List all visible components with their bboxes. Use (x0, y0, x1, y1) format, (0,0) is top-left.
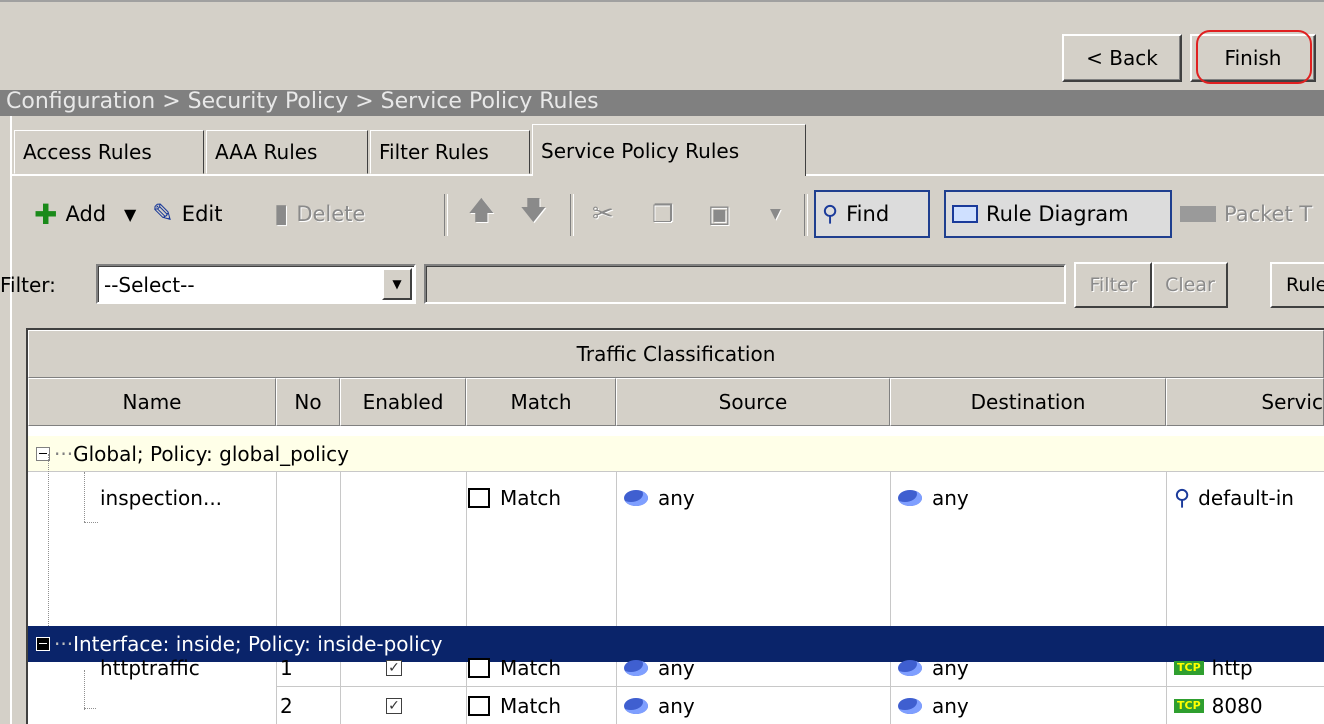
cell-name: inspection... (100, 486, 223, 510)
move-down-button[interactable]: 🡇 (520, 190, 547, 238)
delete-label: Delete (296, 202, 366, 226)
tab-filter-rules[interactable]: Filter Rules (370, 130, 530, 174)
network-cloud-icon (624, 660, 648, 676)
cell-destination: any (898, 650, 969, 686)
find-label: Find (846, 202, 890, 226)
cell-service: ⚲ default-in (1174, 485, 1294, 511)
cell-source: any (624, 480, 695, 516)
network-cloud-icon (898, 660, 922, 676)
network-cloud-icon (898, 490, 922, 506)
edit-label: Edit (181, 202, 223, 226)
clear-button[interactable]: Clear (1152, 262, 1228, 308)
traffic-classification-header: Traffic Classification (28, 330, 1324, 378)
paste-dropdown-arrow[interactable]: ▼ (770, 190, 781, 238)
chevron-down-icon: ▼ (124, 204, 137, 224)
add-dropdown-arrow[interactable]: ▼ (124, 190, 136, 238)
group-label: Global; Policy: global_policy (73, 441, 350, 466)
service-policy-table: Traffic Classification Name No Enabled M… (26, 328, 1324, 724)
find-button[interactable]: ⚲ Find (814, 190, 930, 238)
rule-diagram-label: Rule Diagram (986, 202, 1129, 226)
cell-service: TCP 8080 (1174, 688, 1263, 724)
move-up-button[interactable]: 🡅 (468, 190, 495, 238)
collapse-icon[interactable] (36, 637, 50, 651)
cell-enabled[interactable]: ✓ (386, 650, 402, 686)
packet-trace-icon (1180, 206, 1216, 222)
tab-access-rules[interactable]: Access Rules (14, 130, 204, 174)
diagram-icon (952, 205, 978, 223)
filter-text-input[interactable] (424, 264, 1066, 304)
packet-trace-label: Packet T (1224, 202, 1313, 226)
cut-button[interactable]: ✂ (592, 190, 614, 238)
toolbar-separator (444, 194, 448, 236)
rule-query-button[interactable]: Rule (1270, 262, 1324, 308)
match-icon (468, 488, 490, 508)
enabled-checkbox[interactable]: ✓ (386, 660, 402, 676)
paste-button[interactable]: ▣ (708, 190, 731, 238)
scissors-icon: ✂ (592, 199, 614, 229)
column-header-enabled[interactable]: Enabled (340, 378, 466, 426)
cell-enabled[interactable]: ✓ (386, 688, 402, 724)
match-icon (468, 696, 490, 716)
arrow-up-icon: 🡅 (468, 196, 495, 226)
match-icon (468, 658, 490, 678)
column-header-source[interactable]: Source (616, 378, 890, 426)
copy-button[interactable]: ❐ (652, 190, 674, 238)
column-header-service[interactable]: Servic (1166, 378, 1324, 426)
toolbar-separator (804, 194, 808, 236)
cell-match: Match (468, 650, 561, 686)
toolbar-separator (570, 194, 574, 236)
add-button[interactable]: ✚ Add (34, 190, 106, 238)
network-cloud-icon (898, 698, 922, 714)
filter-select-value: --Select-- (104, 273, 195, 297)
network-cloud-icon (624, 490, 648, 506)
column-header-destination[interactable]: Destination (890, 378, 1166, 426)
group-row-global[interactable]: ··· Global; Policy: global_policy (28, 436, 1324, 472)
tcp-icon: TCP (1174, 699, 1204, 713)
arrow-down-icon: 🡇 (520, 196, 547, 226)
magnifier-icon: ⚲ (822, 201, 839, 227)
add-icon: ✚ (34, 197, 58, 231)
filter-button[interactable]: Filter (1074, 262, 1152, 308)
packet-trace-button[interactable]: Packet T (1180, 190, 1324, 238)
delete-button[interactable]: ▮ Delete (274, 190, 365, 238)
column-header-name[interactable]: Name (28, 378, 276, 426)
paste-icon: ▣ (708, 200, 731, 228)
chevron-down-icon[interactable]: ▼ (382, 268, 412, 300)
cell-match: Match (468, 480, 561, 516)
cell-service: TCP http (1174, 650, 1253, 686)
column-header-match[interactable]: Match (466, 378, 616, 426)
cell-source: any (624, 688, 695, 724)
edit-icon: ✎ (152, 199, 174, 229)
cell-destination: any (898, 480, 969, 516)
filter-select[interactable]: --Select-- ▼ (96, 264, 416, 304)
network-cloud-icon (624, 698, 648, 714)
cell-name: httptraffic (100, 656, 200, 680)
cell-match: Match (468, 688, 561, 724)
enabled-checkbox[interactable]: ✓ (386, 698, 402, 714)
cell-no: 1 (280, 656, 293, 680)
tcp-icon: TCP (1174, 661, 1204, 675)
column-header-no[interactable]: No (276, 378, 340, 426)
magnifier-icon: ⚲ (1174, 485, 1191, 511)
finish-button[interactable]: Finish (1190, 34, 1316, 82)
cell-destination: any (898, 688, 969, 724)
cell-source: any (624, 650, 695, 686)
cell-no: 2 (280, 694, 293, 718)
tab-aaa-rules[interactable]: AAA Rules (206, 130, 368, 174)
back-button[interactable]: < Back (1062, 34, 1182, 82)
edit-button[interactable]: ✎ Edit (152, 190, 222, 238)
trash-icon: ▮ (274, 199, 289, 229)
filter-label: Filter: (0, 273, 56, 297)
chevron-down-icon: ▼ (770, 206, 781, 222)
tab-service-policy-rules[interactable]: Service Policy Rules (532, 124, 806, 176)
breadcrumb: Configuration > Security Policy > Servic… (0, 90, 1324, 116)
add-label: Add (65, 202, 107, 226)
rule-diagram-button[interactable]: Rule Diagram (944, 190, 1172, 238)
copy-icon: ❐ (652, 200, 674, 228)
